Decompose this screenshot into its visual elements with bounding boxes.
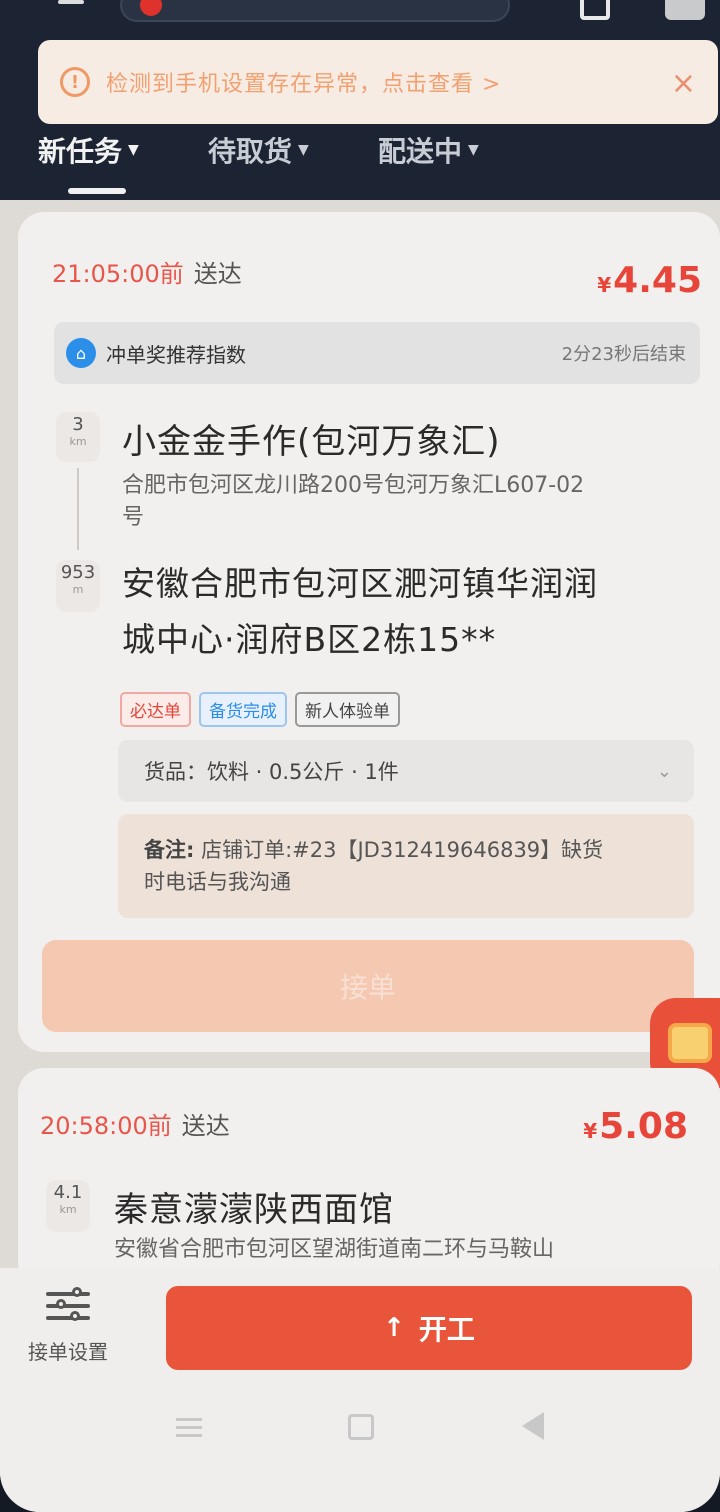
bonus-countdown: 2分23秒后结束 [561, 344, 686, 365]
order-note: 备注: 店铺订单:#23【JD312419646839】缺货 时电话与我沟通 [118, 814, 694, 918]
gift-icon [668, 1023, 712, 1063]
order-price: ¥5.08 [583, 1106, 688, 1147]
back-nav-icon[interactable] [522, 1412, 544, 1440]
warning-banner[interactable]: ! 检测到手机设置存在异常，点击查看 > × [38, 40, 718, 124]
status-pill[interactable] [120, 0, 510, 22]
order-card[interactable]: 21:05:00前 送达 ¥4.45 ⌂ 冲单奖推荐指数 2分23秒后结束 3 k… [18, 212, 720, 1052]
dropoff-distance-value: 953 [60, 562, 96, 583]
destination-line: 城中心·润府B区2栋15** [122, 620, 497, 659]
tab-new-task[interactable]: 新任务 ▼ [38, 130, 139, 170]
pickup-distance-unit: km [59, 1203, 77, 1216]
chevron-down-icon: ▼ [298, 142, 309, 158]
alert-icon: ! [60, 67, 90, 97]
deadline-suffix: 送达 [181, 1112, 230, 1140]
deadline-time: 21:05:00前 [52, 260, 184, 288]
tab-delivering[interactable]: 配送中 ▼ [378, 130, 479, 170]
shop-address: 合肥市包河区龙川路200号包河万象汇L607-02 号 [122, 470, 584, 534]
order-card[interactable]: 20:58:00前 送达 ¥5.08 4.1 km 秦意濛濛陕西面馆 安徽省合肥市… [18, 1068, 720, 1288]
system-nav-bar [0, 1408, 720, 1448]
order-price: ¥4.45 [597, 260, 702, 301]
shop-name: 秦意濛濛陕西面馆 [114, 1190, 394, 1230]
menu-nav-icon[interactable] [176, 1418, 202, 1421]
deadline-suffix: 送达 [193, 260, 242, 288]
arrow-up-icon: ↑ [383, 1313, 405, 1343]
app-screen: ! 检测到手机设置存在异常，点击查看 > × 新任务 ▼ 待取货 ▼ 配送中 ▼ 21… [0, 0, 720, 1512]
shop-address: 安徽省合肥市包河区望湖街道南二环与马鞍山 [114, 1237, 555, 1262]
deadline-time: 20:58:00前 [40, 1112, 172, 1140]
tag-newcomer: 新人体验单 [295, 692, 400, 727]
bonus-row[interactable]: ⌂ 冲单奖推荐指数 2分23秒后结束 [54, 322, 700, 384]
close-icon[interactable]: × [671, 66, 696, 101]
delivery-deadline: 20:58:00前 送达 [40, 1106, 230, 1141]
goods-row[interactable]: 货品：饮料 · 0.5公斤 · 1件 ⌄ [118, 740, 694, 802]
home-icon: ⌂ [66, 338, 96, 368]
tag-ready: 备货完成 [199, 692, 287, 727]
shop-name: 小金金手作(包河万象汇) [122, 422, 501, 462]
delivery-deadline: 21:05:00前 送达 [52, 254, 242, 289]
home-nav-icon[interactable] [348, 1414, 374, 1440]
tab-label: 待取货 [208, 135, 293, 168]
pickup-distance-unit: km [69, 435, 87, 448]
chevron-down-icon: ⌄ [656, 760, 672, 782]
dropoff-distance-unit: m [72, 583, 84, 596]
note-label: 备注: [144, 838, 195, 862]
destination-line: 安徽合肥市包河区淝河镇华润润 [122, 564, 598, 603]
order-settings-button[interactable]: 接单设置 [18, 1286, 118, 1365]
dropoff-distance: 953 m [56, 560, 100, 612]
settings-label: 接单设置 [28, 1340, 108, 1364]
route-line [77, 468, 79, 550]
shop-address-line: 合肥市包河区龙川路200号包河万象汇L607-02 [122, 473, 585, 498]
shop-address-line: 号 [122, 505, 145, 530]
tab-label: 配送中 [378, 135, 463, 168]
pickup-distance: 4.1 km [46, 1180, 90, 1232]
bottom-action-bar: 接单设置 ↑ 开工 [0, 1268, 720, 1512]
pickup-distance: 3 km [56, 412, 100, 462]
bonus-label: 冲单奖推荐指数 [106, 342, 246, 367]
destination-address: 安徽合肥市包河区淝河镇华润润 城中心·润府B区2栋15** [122, 556, 598, 668]
pickup-distance-value: 4.1 [53, 1182, 83, 1203]
edit-icon[interactable] [580, 0, 610, 20]
chevron-down-icon: ▼ [468, 142, 479, 158]
top-status-bar [0, 0, 720, 30]
goods-text: 货品：饮料 · 0.5公斤 · 1件 [144, 760, 399, 784]
share-icon[interactable] [665, 0, 705, 20]
note-text: 店铺订单:#23【JD312419646839】缺货 [194, 838, 604, 862]
tab-pending-pickup[interactable]: 待取货 ▼ [208, 130, 309, 170]
note-text: 时电话与我沟通 [144, 870, 291, 894]
sliders-icon [46, 1286, 90, 1326]
start-work-button[interactable]: ↑ 开工 [166, 1286, 692, 1370]
accept-order-button[interactable]: 接单 [42, 940, 694, 1032]
currency-symbol: ¥ [583, 1119, 598, 1143]
order-tabs: 新任务 ▼ 待取货 ▼ 配送中 ▼ [0, 130, 720, 194]
currency-symbol: ¥ [597, 273, 612, 297]
start-label: 开工 [418, 1313, 475, 1346]
order-tags: 必达单 备货完成 新人体验单 [120, 692, 400, 727]
tab-label: 新任务 [38, 135, 123, 168]
price-value: 5.08 [599, 1106, 688, 1147]
tag-must-deliver: 必达单 [120, 692, 191, 727]
pickup-distance-value: 3 [72, 414, 84, 435]
menu-icon[interactable] [58, 0, 84, 4]
price-value: 4.45 [613, 260, 702, 301]
warning-text: 检测到手机设置存在异常，点击查看 > [106, 72, 502, 97]
chevron-down-icon: ▼ [128, 142, 139, 158]
active-tab-indicator [68, 188, 126, 194]
